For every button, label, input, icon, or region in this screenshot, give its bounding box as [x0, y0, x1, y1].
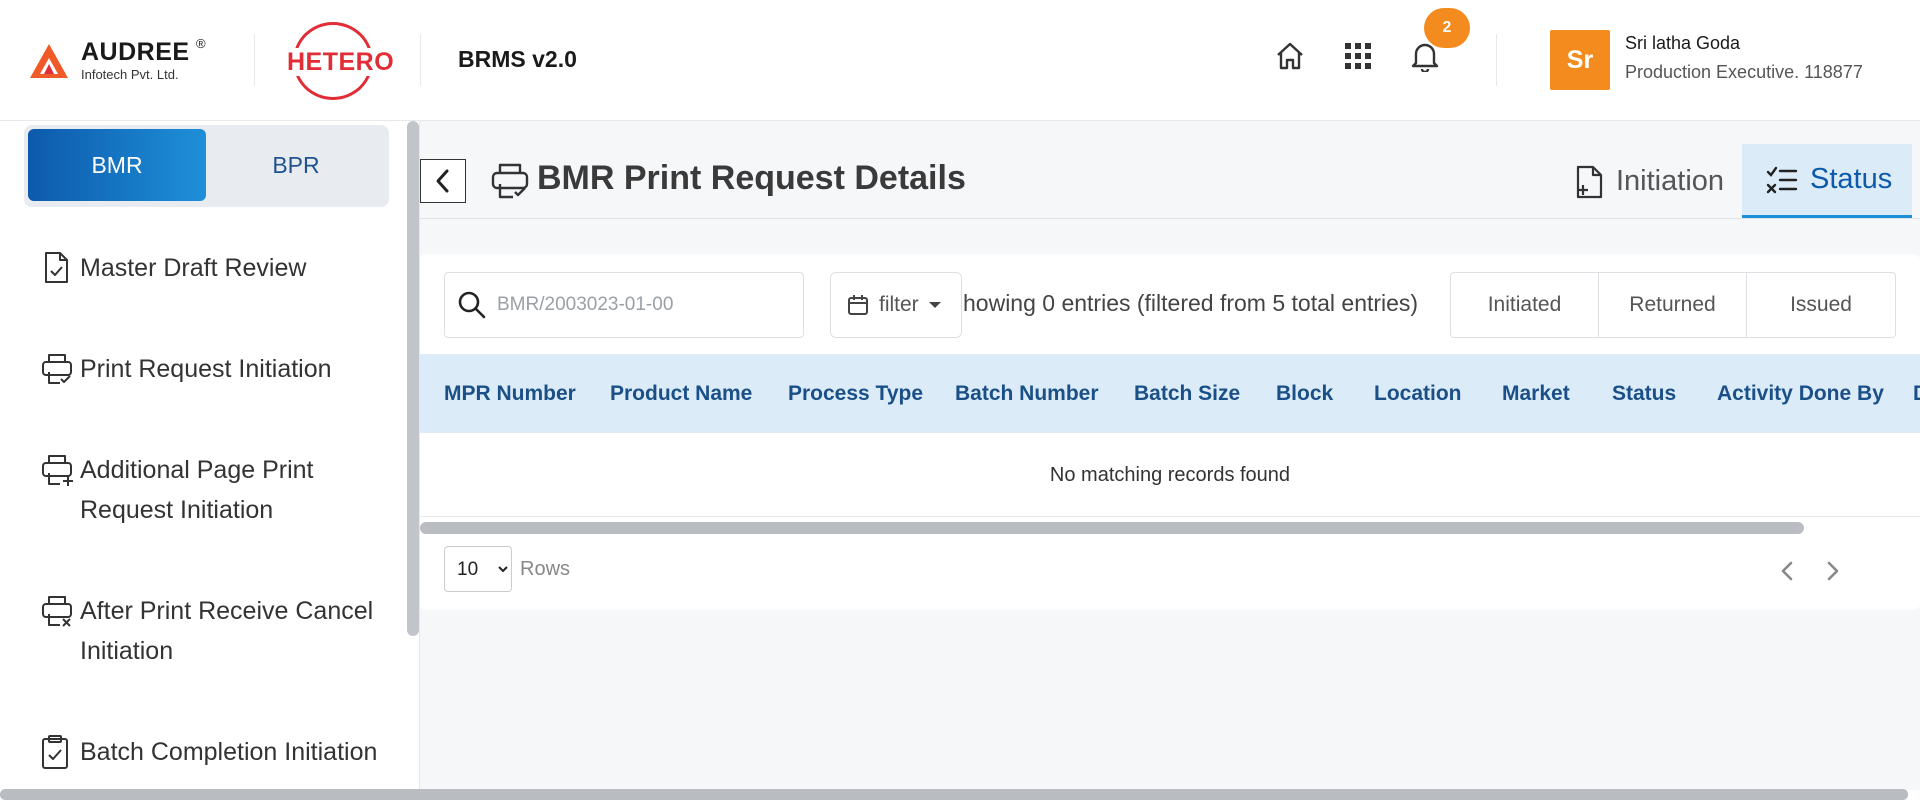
notification-badge[interactable]: 2	[1424, 8, 1470, 48]
user-role: Production Executive. 118877	[1625, 62, 1863, 82]
filter-label: filter	[879, 293, 919, 316]
column-header[interactable]: Batch Number	[955, 354, 1099, 433]
page-horizontal-scrollbar[interactable]	[0, 789, 1908, 800]
audree-subtitle: Infotech Pvt. Ltd.	[81, 67, 179, 82]
header-divider	[254, 34, 255, 86]
sidebar-item-batch-completion[interactable]: Batch Completion Initiation	[40, 732, 380, 772]
sidebar-item-label: Additional Page Print Request Initiation	[80, 456, 314, 524]
sidebar-item-master-draft-review[interactable]: Master Draft Review	[40, 248, 380, 288]
status-filter-initiated[interactable]: Initiated	[1451, 273, 1599, 337]
bmr-bpr-toggle: BMR BPR	[24, 125, 389, 207]
search-input[interactable]	[497, 294, 787, 316]
column-header[interactable]: Activity Done By	[1717, 354, 1884, 433]
title-divider	[420, 218, 1920, 219]
column-header[interactable]: MPR Number	[444, 354, 576, 433]
checklist-icon	[1766, 165, 1798, 195]
app-title: BRMS v2.0	[458, 46, 577, 72]
tab-initiation[interactable]: Initiation	[1550, 144, 1740, 219]
column-header[interactable]: D	[1913, 354, 1920, 433]
hetero-name: HETERO	[286, 48, 396, 76]
toggle-bmr-button[interactable]: BMR	[28, 129, 206, 201]
sidebar-item-additional-page-print-request[interactable]: Additional Page Print Request Initiation	[40, 450, 380, 530]
sidebar-item-label: Batch Completion Initiation	[80, 738, 378, 766]
sidebar-item-print-request-initiation[interactable]: Print Request Initiation	[40, 349, 380, 389]
empty-message: No matching records found	[420, 434, 1920, 517]
column-header[interactable]: Process Type	[788, 354, 923, 433]
page-title: BMR Print Request Details	[537, 159, 966, 197]
printer-check-icon	[40, 349, 80, 389]
sidebar: BMR BPR Master Draft Review Print Reques…	[0, 121, 420, 790]
table-header: MPR Number Product Name Process Type Bat…	[420, 354, 1920, 433]
calendar-icon	[848, 295, 868, 315]
sidebar-item-after-print-receive-cancel[interactable]: After Print Receive Cancel Initiation	[40, 591, 380, 671]
status-filter-group: Initiated Returned Issued	[1450, 272, 1896, 338]
audree-name: AUDREE	[81, 38, 190, 66]
tab-label: Status	[1810, 163, 1893, 195]
audree-logo-mark	[30, 44, 68, 78]
rows-per-page-select[interactable]: 10	[444, 546, 512, 592]
file-check-icon	[40, 248, 80, 288]
avatar[interactable]: Sr	[1550, 30, 1610, 90]
column-header[interactable]: Status	[1612, 354, 1676, 433]
search-box	[444, 272, 804, 338]
tab-label: Initiation	[1616, 165, 1725, 197]
printer-x-icon	[40, 591, 80, 631]
filter-button[interactable]: filter	[830, 272, 962, 338]
column-header[interactable]: Product Name	[610, 354, 752, 433]
header-divider	[420, 34, 421, 86]
column-header[interactable]: Market	[1502, 354, 1570, 433]
hetero-logo: HETERO	[286, 20, 396, 102]
search-icon	[458, 291, 486, 319]
home-icon[interactable]	[1272, 38, 1308, 74]
next-page-button[interactable]	[1818, 556, 1848, 586]
apps-grid-icon[interactable]	[1340, 38, 1376, 74]
chevron-left-icon	[436, 169, 449, 193]
printer-plus-icon	[40, 450, 80, 490]
table-horizontal-scrollbar[interactable]	[420, 522, 1804, 534]
registered-mark: ®	[196, 36, 206, 51]
column-header[interactable]: Location	[1374, 354, 1462, 433]
rows-label: Rows	[520, 558, 571, 580]
audree-logo: AUDREE ® Infotech Pvt. Ltd.	[28, 36, 218, 86]
user-name[interactable]: Sri latha Goda	[1625, 33, 1740, 54]
back-button[interactable]	[420, 159, 466, 203]
chevron-left-icon	[1781, 561, 1793, 581]
printer-check-icon	[491, 163, 529, 199]
sidebar-item-label: Master Draft Review	[80, 254, 307, 282]
results-card: filter howing 0 entries (filtered from 5…	[420, 254, 1920, 610]
previous-page-button[interactable]	[1772, 556, 1802, 586]
column-header[interactable]: Block	[1276, 354, 1333, 433]
sidebar-scrollbar[interactable]	[407, 121, 419, 636]
tab-status[interactable]: Status	[1742, 144, 1912, 219]
sidebar-item-label: After Print Receive Cancel Initiation	[80, 597, 374, 665]
entries-info: howing 0 entries (filtered from 5 total …	[963, 290, 1419, 316]
status-filter-returned[interactable]: Returned	[1599, 273, 1747, 337]
file-plus-icon	[1574, 165, 1604, 199]
status-filter-issued[interactable]: Issued	[1747, 273, 1895, 337]
header-divider	[1496, 34, 1497, 86]
top-header: AUDREE ® Infotech Pvt. Ltd. HETERO BRMS …	[0, 0, 1920, 121]
column-header[interactable]: Batch Size	[1134, 354, 1240, 433]
main-content: BMR Print Request Details Initiation Sta…	[420, 121, 1920, 790]
caret-down-icon	[928, 302, 941, 308]
clipboard-check-icon	[40, 732, 80, 772]
toggle-bpr-button[interactable]: BPR	[206, 129, 386, 201]
chevron-right-icon	[1827, 561, 1839, 581]
sidebar-item-label: Print Request Initiation	[80, 355, 332, 383]
